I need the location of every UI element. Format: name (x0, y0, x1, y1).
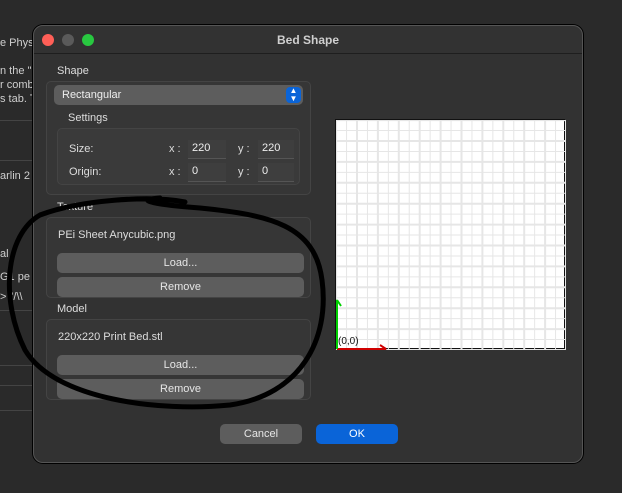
model-filename: 220x220 Print Bed.stl (58, 331, 163, 343)
bed-preview: (0,0) (335, 119, 566, 350)
x-label: x : (169, 143, 181, 155)
bg-text: e Phys (0, 37, 34, 49)
origin-label-text: (0,0) (338, 336, 359, 347)
x-label: x : (169, 166, 181, 178)
chevron-updown-icon: ▲ ▼ (286, 87, 301, 103)
y-label: y : (238, 166, 250, 178)
bed-grid (336, 120, 566, 350)
texture-load-button[interactable]: Load... (57, 253, 304, 273)
model-remove-button[interactable]: Remove (57, 379, 304, 399)
origin-y-input[interactable]: 0 (258, 163, 294, 182)
bg-text: G1 pe (0, 271, 30, 283)
title-bar: Bed Shape (34, 26, 582, 54)
ok-button[interactable]: OK (316, 424, 398, 444)
size-label: Size: (69, 143, 94, 155)
texture-label: Texture (57, 201, 94, 213)
bg-text: arlin 2 (0, 170, 30, 182)
size-y-input[interactable]: 220 (258, 140, 294, 159)
shape-type-value: Rectangular (62, 89, 122, 101)
bg-text: r comb (0, 79, 34, 91)
cancel-button[interactable]: Cancel (220, 424, 302, 444)
bg-text: n the " (0, 65, 32, 77)
shape-type-select[interactable]: Rectangular ▲ ▼ (54, 85, 303, 105)
bg-text: > "/\\ (0, 291, 23, 303)
texture-remove-button[interactable]: Remove (57, 277, 304, 297)
origin-x-input[interactable]: 0 (188, 163, 226, 182)
bed-shape-dialog: Bed Shape Shape Rectangular ▲ ▼ Settings … (33, 25, 583, 463)
origin-label: Origin: (69, 166, 102, 178)
settings-label: Settings (68, 112, 108, 124)
dialog-title: Bed Shape (276, 33, 339, 47)
shape-label: Shape (57, 65, 89, 77)
texture-filename: PEi Sheet Anycubic.png (58, 229, 176, 241)
size-x-input[interactable]: 220 (188, 140, 226, 159)
model-label: Model (57, 303, 87, 315)
bg-text: s tab. T (0, 93, 37, 105)
y-label: y : (238, 143, 250, 155)
bg-text: al : (0, 248, 15, 260)
model-load-button[interactable]: Load... (57, 355, 304, 375)
